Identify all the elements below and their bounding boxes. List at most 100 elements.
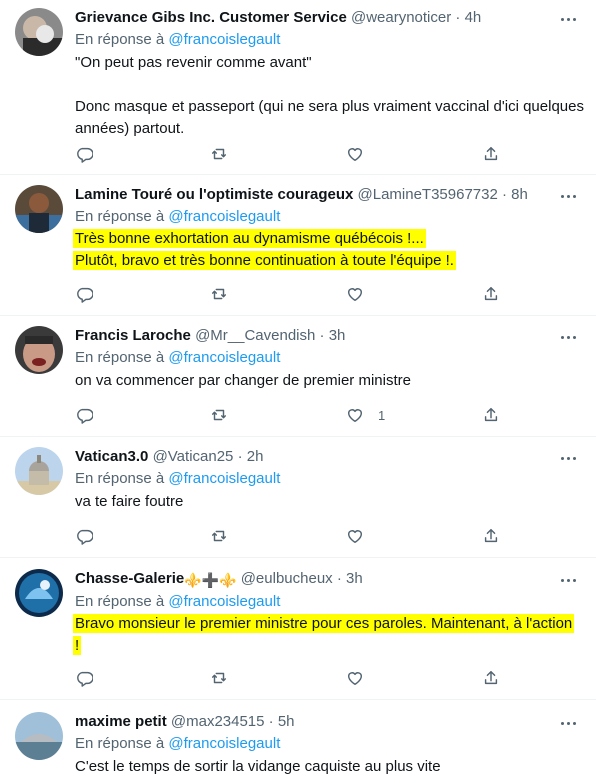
reply-icon bbox=[77, 287, 93, 303]
author-handle[interactable]: @Vatican25 bbox=[153, 448, 234, 465]
avatar[interactable] bbox=[15, 185, 63, 233]
retweet-button[interactable] bbox=[210, 144, 228, 164]
mention-link[interactable]: @francoislegault bbox=[168, 208, 280, 225]
more-icon[interactable] bbox=[558, 13, 578, 25]
tweet-time[interactable]: 8h bbox=[511, 186, 528, 203]
reply-context: En réponse à @francoislegault bbox=[75, 207, 584, 227]
author-name[interactable]: maxime petit bbox=[75, 713, 167, 730]
reply-icon bbox=[77, 408, 93, 424]
tweet-time[interactable]: 4h bbox=[465, 9, 482, 26]
mention-link[interactable]: @francoislegault bbox=[168, 349, 280, 366]
tweet-time[interactable]: 3h bbox=[329, 327, 346, 344]
author-handle[interactable]: @max234515 bbox=[171, 713, 265, 730]
separator-dot: · bbox=[237, 448, 243, 465]
tweet-header: Lamine Touré ou l'optimiste courageux @L… bbox=[75, 185, 584, 205]
author-name[interactable]: Chasse-Galerie bbox=[75, 570, 184, 587]
tweet[interactable]: Grievance Gibs Inc. Customer Service @we… bbox=[0, 0, 596, 175]
like-button[interactable]: 1 bbox=[346, 405, 385, 425]
tweet-header: Chasse-Galerie⚜️➕⚜️ @eulbucheux · 3h bbox=[75, 569, 584, 590]
share-button[interactable] bbox=[482, 526, 500, 546]
tweet-time[interactable]: 3h bbox=[346, 570, 363, 587]
separator-dot: · bbox=[268, 713, 274, 730]
separator-dot: · bbox=[319, 327, 325, 344]
retweet-button[interactable] bbox=[210, 405, 228, 425]
reply-button[interactable] bbox=[75, 668, 93, 688]
tweet-actions: 1 bbox=[75, 405, 505, 425]
more-icon[interactable] bbox=[558, 574, 578, 586]
reply-context: En réponse à @francoislegault bbox=[75, 734, 584, 754]
fleur-de-lis-emoji: ⚜️➕⚜️ bbox=[184, 572, 237, 588]
separator-dot: · bbox=[455, 9, 461, 26]
tweet-header: Francis Laroche @Mr__Cavendish · 3h bbox=[75, 326, 584, 346]
retweet-button[interactable] bbox=[210, 668, 228, 688]
like-button[interactable] bbox=[346, 668, 378, 688]
tweet-time[interactable]: 2h bbox=[247, 448, 264, 465]
mention-link[interactable]: @francoislegault bbox=[168, 31, 280, 48]
reply-prefix: En réponse à bbox=[75, 593, 165, 610]
tweet-header: Grievance Gibs Inc. Customer Service @we… bbox=[75, 8, 584, 28]
avatar[interactable] bbox=[15, 8, 63, 56]
tweet-actions bbox=[75, 284, 505, 304]
separator-dot: · bbox=[336, 570, 342, 587]
author-name[interactable]: Francis Laroche bbox=[75, 327, 191, 344]
tweet-time[interactable]: 5h bbox=[278, 713, 295, 730]
more-icon[interactable] bbox=[558, 190, 578, 202]
mention-link[interactable]: @francoislegault bbox=[168, 470, 280, 487]
reply-context: En réponse à @francoislegault bbox=[75, 592, 584, 612]
tweet[interactable]: Vatican3.0 @Vatican25 · 2h En réponse à … bbox=[0, 437, 596, 558]
reply-button[interactable] bbox=[75, 144, 93, 164]
reply-context: En réponse à @francoislegault bbox=[75, 30, 584, 50]
tweet-text: va te faire foutre bbox=[75, 493, 184, 510]
author-name[interactable]: Vatican3.0 bbox=[75, 448, 148, 465]
retweet-button[interactable] bbox=[210, 284, 228, 304]
author-handle[interactable]: @wearynoticer bbox=[351, 9, 451, 26]
share-button[interactable] bbox=[482, 284, 500, 304]
mention-link[interactable]: @francoislegault bbox=[168, 735, 280, 752]
reply-button[interactable] bbox=[75, 526, 93, 546]
author-handle[interactable]: @eulbucheux bbox=[241, 570, 333, 587]
author-handle[interactable]: @LamineT35967732 bbox=[358, 186, 498, 203]
avatar[interactable] bbox=[15, 712, 63, 760]
more-icon[interactable] bbox=[558, 717, 578, 729]
reply-context: En réponse à @francoislegault bbox=[75, 469, 584, 489]
like-button[interactable] bbox=[346, 144, 378, 164]
tweet[interactable]: Chasse-Galerie⚜️➕⚜️ @eulbucheux · 3h En … bbox=[0, 558, 596, 700]
author-name[interactable]: Grievance Gibs Inc. Customer Service bbox=[75, 9, 347, 26]
like-icon bbox=[347, 148, 363, 162]
avatar[interactable] bbox=[15, 569, 63, 617]
retweet-icon bbox=[211, 530, 227, 542]
tweet-header: Vatican3.0 @Vatican25 · 2h bbox=[75, 447, 584, 467]
avatar[interactable] bbox=[15, 326, 63, 374]
reply-prefix: En réponse à bbox=[75, 470, 165, 487]
tweet-actions bbox=[75, 526, 505, 546]
share-button[interactable] bbox=[482, 405, 500, 425]
reply-button[interactable] bbox=[75, 405, 93, 425]
retweet-icon bbox=[211, 409, 227, 421]
share-icon bbox=[484, 286, 498, 301]
tweet[interactable]: Lamine Touré ou l'optimiste courageux @L… bbox=[0, 175, 596, 316]
tweet[interactable]: Francis Laroche @Mr__Cavendish · 3h En r… bbox=[0, 316, 596, 437]
tweet-text: Très bonne exhortation au dynamisme québ… bbox=[73, 228, 584, 272]
share-button[interactable] bbox=[482, 144, 500, 164]
like-icon bbox=[347, 409, 363, 423]
share-button[interactable] bbox=[482, 668, 500, 688]
like-icon bbox=[347, 672, 363, 686]
avatar[interactable] bbox=[15, 447, 63, 495]
reply-button[interactable] bbox=[75, 284, 93, 304]
highlighted-text: Très bonne exhortation au dynamisme québ… bbox=[73, 229, 456, 270]
mention-link[interactable]: @francoislegault bbox=[168, 593, 280, 610]
author-handle[interactable]: @Mr__Cavendish bbox=[195, 327, 315, 344]
reply-prefix: En réponse à bbox=[75, 349, 165, 366]
reply-icon bbox=[77, 147, 93, 163]
more-icon[interactable] bbox=[558, 452, 578, 464]
tweet-actions bbox=[75, 144, 505, 164]
retweet-button[interactable] bbox=[210, 526, 228, 546]
like-button[interactable] bbox=[346, 284, 378, 304]
retweet-icon bbox=[211, 288, 227, 300]
reply-prefix: En réponse à bbox=[75, 31, 165, 48]
more-icon[interactable] bbox=[558, 331, 578, 343]
tweet[interactable]: maxime petit @max234515 · 5h En réponse … bbox=[0, 700, 596, 783]
author-name[interactable]: Lamine Touré ou l'optimiste courageux bbox=[75, 186, 353, 203]
highlighted-text: Bravo monsieur le premier ministre pour … bbox=[73, 614, 575, 655]
like-button[interactable] bbox=[346, 526, 378, 546]
